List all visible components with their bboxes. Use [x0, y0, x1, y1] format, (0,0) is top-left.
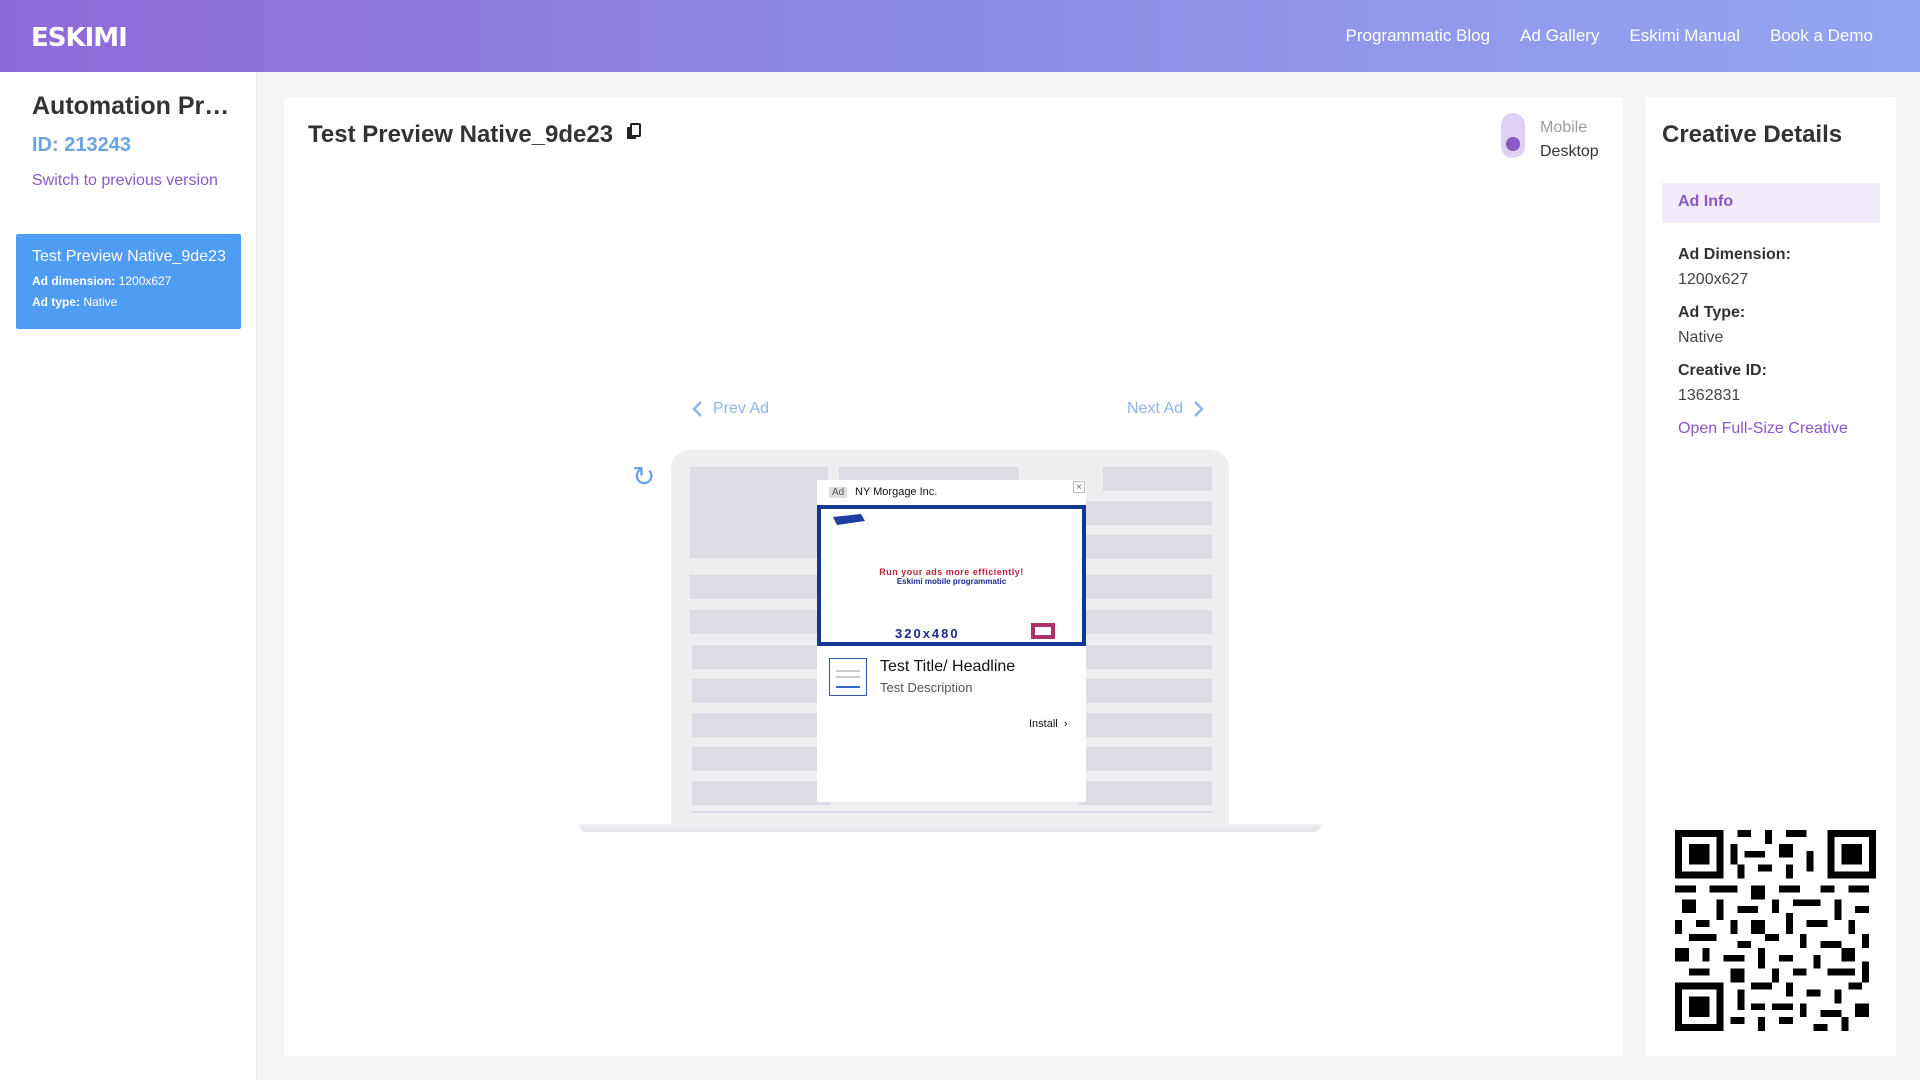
qr-code-icon — [1675, 830, 1876, 1031]
creative-line-2: Eskimi mobile programmatic — [896, 577, 1007, 586]
preview-panel: Test Preview Native_9de23 Mobile Desktop… — [284, 97, 1623, 1056]
details-title: Creative Details — [1662, 121, 1843, 148]
ad-type-label: Ad Type: — [1678, 304, 1746, 321]
ad-list-item-dimension: Ad dimension: 1200x627 — [32, 274, 172, 288]
top-nav-links: Programmatic Blog Ad Gallery Eskimi Manu… — [1346, 0, 1873, 72]
ad-list-item-type: Ad type: Native — [32, 295, 118, 309]
next-ad-label: Next Ad — [1127, 400, 1184, 417]
device-toggle[interactable] — [1501, 113, 1525, 158]
nav-book-a-demo[interactable]: Book a Demo — [1770, 26, 1873, 46]
advertiser-name: NY Morgage Inc. — [855, 486, 938, 498]
ad-list-item[interactable]: Test Preview Native_9de23 Ad dimension: … — [16, 234, 241, 329]
top-navbar: ESKIMI Programmatic Blog Ad Gallery Eski… — [0, 0, 1920, 72]
install-label: Install — [1029, 718, 1058, 730]
campaign-title: Automation Project — [32, 92, 232, 120]
reload-icon[interactable]: ↻ — [632, 463, 655, 491]
ad-dimension-label: Ad Dimension: — [1678, 246, 1791, 263]
ad-badge: Ad — [829, 487, 848, 498]
chevron-right-icon — [1194, 401, 1204, 417]
creative-logo-icon — [833, 514, 865, 525]
creative-details-panel: Creative Details Ad Info Ad Dimension: 1… — [1646, 97, 1896, 1056]
svg-text:ESKIMI: ESKIMI — [31, 23, 127, 51]
prev-ad-label: Prev Ad — [713, 400, 770, 417]
install-button[interactable]: Install › — [1029, 718, 1068, 730]
ad-dimension-value: 1200x627 — [1678, 271, 1749, 288]
ad-headline: Test Title/ Headline — [880, 658, 1016, 675]
chevron-right-small-icon: › — [1060, 718, 1068, 730]
laptop-base — [579, 824, 1321, 832]
chevron-left-icon — [692, 401, 702, 417]
preview-title: Test Preview Native_9de23 — [308, 121, 614, 148]
creative-decoration-icon — [1031, 623, 1055, 639]
ad-creative-image[interactable]: Run your ads more efficiently! Eskimi mo… — [817, 505, 1086, 646]
campaign-id: ID: 213243 — [32, 134, 131, 156]
nav-programmatic-blog[interactable]: Programmatic Blog — [1346, 26, 1491, 46]
creative-dimensions: 320x480 — [895, 626, 960, 641]
close-icon[interactable]: × — [1073, 481, 1085, 493]
ad-description: Test Description — [880, 680, 973, 695]
creative-id-value: 1362831 — [1678, 387, 1741, 404]
nav-ad-gallery[interactable]: Ad Gallery — [1520, 26, 1599, 46]
toggle-knob — [1506, 137, 1520, 151]
next-ad-button[interactable]: Next Ad — [1127, 400, 1205, 418]
creative-id-label: Creative ID: — [1678, 362, 1767, 379]
native-ad-unit[interactable]: Ad NY Morgage Inc. × Run your ads more e… — [817, 480, 1086, 802]
ad-app-icon — [829, 658, 867, 696]
creative-line-1: Run your ads more efficiently! — [879, 567, 1024, 577]
switch-version-link[interactable]: Switch to previous version — [32, 172, 218, 190]
ad-list-item-name: Test Preview Native_9de23 — [32, 248, 226, 265]
tab-ad-info[interactable]: Ad Info — [1662, 183, 1880, 223]
nav-eskimi-manual[interactable]: Eskimi Manual — [1629, 26, 1740, 46]
device-option-desktop[interactable]: Desktop — [1540, 143, 1599, 161]
eskimi-logo[interactable]: ESKIMI — [31, 21, 135, 51]
prev-ad-button[interactable]: Prev Ad — [691, 400, 769, 418]
copy-icon[interactable] — [626, 123, 642, 141]
device-option-mobile[interactable]: Mobile — [1540, 119, 1587, 137]
ad-type-value: Native — [1678, 329, 1724, 346]
sidebar: Automation Project ID: 213243 Switch to … — [0, 72, 257, 1080]
open-full-size-link[interactable]: Open Full-Size Creative — [1678, 420, 1848, 438]
ad-creative-inner: Run your ads more efficiently! Eskimi mo… — [821, 509, 1082, 642]
